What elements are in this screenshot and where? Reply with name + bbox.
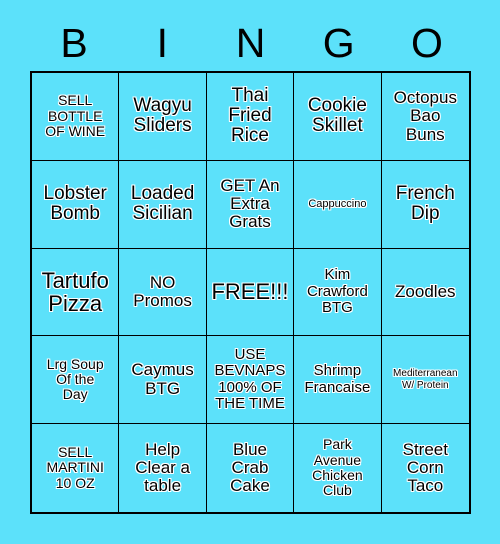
bingo-cell[interactable]: Octopus Bao Buns	[381, 73, 469, 161]
bingo-cell[interactable]: Tartufo Pizza	[32, 248, 120, 337]
bingo-cell-label: SELL MARTINI 10 OZ	[46, 444, 104, 491]
bingo-cell[interactable]: Kim Crawford BTG	[294, 248, 382, 337]
bingo-cell[interactable]: Loaded Sicilian	[119, 160, 207, 249]
bingo-cell[interactable]: Park Avenue Chicken Club	[294, 424, 382, 512]
bingo-cell-label: Cookie Skillet	[307, 95, 367, 137]
bingo-cell[interactable]: Caymus BTG	[119, 336, 207, 425]
bingo-cell-label: Wagyu Sliders	[133, 95, 192, 137]
bingo-cell[interactable]: Wagyu Sliders	[119, 73, 207, 161]
bingo-cell-label: Tartufo Pizza	[41, 267, 109, 316]
bingo-cell-label: Park Avenue Chicken Club	[312, 436, 363, 499]
bingo-cell[interactable]: French Dip	[381, 160, 469, 249]
bingo-cell-free[interactable]: FREE!!!	[206, 248, 295, 337]
bingo-cell[interactable]: SELL MARTINI 10 OZ	[32, 424, 120, 512]
bingo-cell[interactable]: Zoodles	[381, 248, 469, 337]
bingo-cell[interactable]: Blue Crab Cake	[206, 424, 295, 512]
header-letter-b: B	[60, 19, 88, 66]
bingo-cell-label: SELL BOTTLE OF WINE	[45, 92, 106, 140]
bingo-cell[interactable]: NO Promos	[119, 248, 207, 337]
bingo-cell[interactable]: SELL BOTTLE OF WINE	[32, 73, 120, 161]
bingo-header: B I N G O	[30, 14, 471, 71]
header-letter-n: N	[235, 19, 266, 66]
bingo-cell-label: USE BEVNAPS 100% OF THE TIME	[214, 345, 286, 413]
bingo-cell-label: Kim Crawford BTG	[306, 266, 368, 317]
bingo-cell[interactable]: Mediterranean W/ Protein	[381, 336, 469, 425]
bingo-cell-label: French Dip	[395, 183, 455, 225]
bingo-card: B I N G O SELL BOTTLE OF WINE Wagyu Slide…	[0, 0, 500, 544]
bingo-cell-label: Lrg Soup Of the Day	[46, 355, 104, 403]
bingo-cell-label: Help Clear a table	[135, 439, 190, 496]
bingo-cell-label: GET An Extra Grats	[220, 175, 280, 232]
bingo-cell-label: Cappuccino	[308, 197, 367, 210]
bingo-cell-label: Thai Fried Rice	[228, 85, 272, 147]
header-letter-i: I	[156, 19, 168, 66]
bingo-cell[interactable]: USE BEVNAPS 100% OF THE TIME	[206, 336, 295, 425]
bingo-cell[interactable]: Lobster Bomb	[32, 160, 120, 249]
bingo-cell[interactable]: Cookie Skillet	[294, 73, 382, 161]
bingo-cell-label: Loaded Sicilian	[130, 183, 195, 225]
bingo-cell[interactable]: Cappuccino	[294, 160, 382, 249]
bingo-cell-label: Caymus BTG	[131, 360, 194, 398]
bingo-cell-label: Mediterranean W/ Protein	[393, 367, 458, 391]
bingo-cell-label: Street Corn Taco	[402, 439, 448, 496]
bingo-cell[interactable]: Lrg Soup Of the Day	[32, 336, 120, 425]
bingo-cell-label: Blue Crab Cake	[230, 439, 270, 496]
header-letter-o: O	[410, 19, 443, 66]
bingo-cell[interactable]: Thai Fried Rice	[206, 73, 295, 161]
bingo-cell-label: Zoodles	[395, 281, 456, 301]
bingo-cell-label: NO Promos	[133, 272, 192, 310]
bingo-cell-label: FREE!!!	[211, 279, 289, 305]
header-letter-g: G	[322, 19, 355, 66]
bingo-cell[interactable]: Street Corn Taco	[381, 424, 469, 512]
bingo-cell-label: Shrimp Francaise	[304, 362, 371, 396]
bingo-cell[interactable]: Shrimp Francaise	[294, 336, 382, 425]
bingo-cell-label: Octopus Bao Buns	[393, 87, 457, 144]
bingo-grid: SELL BOTTLE OF WINE Wagyu Sliders Thai Fri…	[30, 71, 471, 514]
bingo-cell[interactable]: Help Clear a table	[119, 424, 207, 512]
bingo-cell[interactable]: GET An Extra Grats	[206, 160, 295, 249]
bingo-cell-label: Lobster Bomb	[43, 183, 107, 225]
